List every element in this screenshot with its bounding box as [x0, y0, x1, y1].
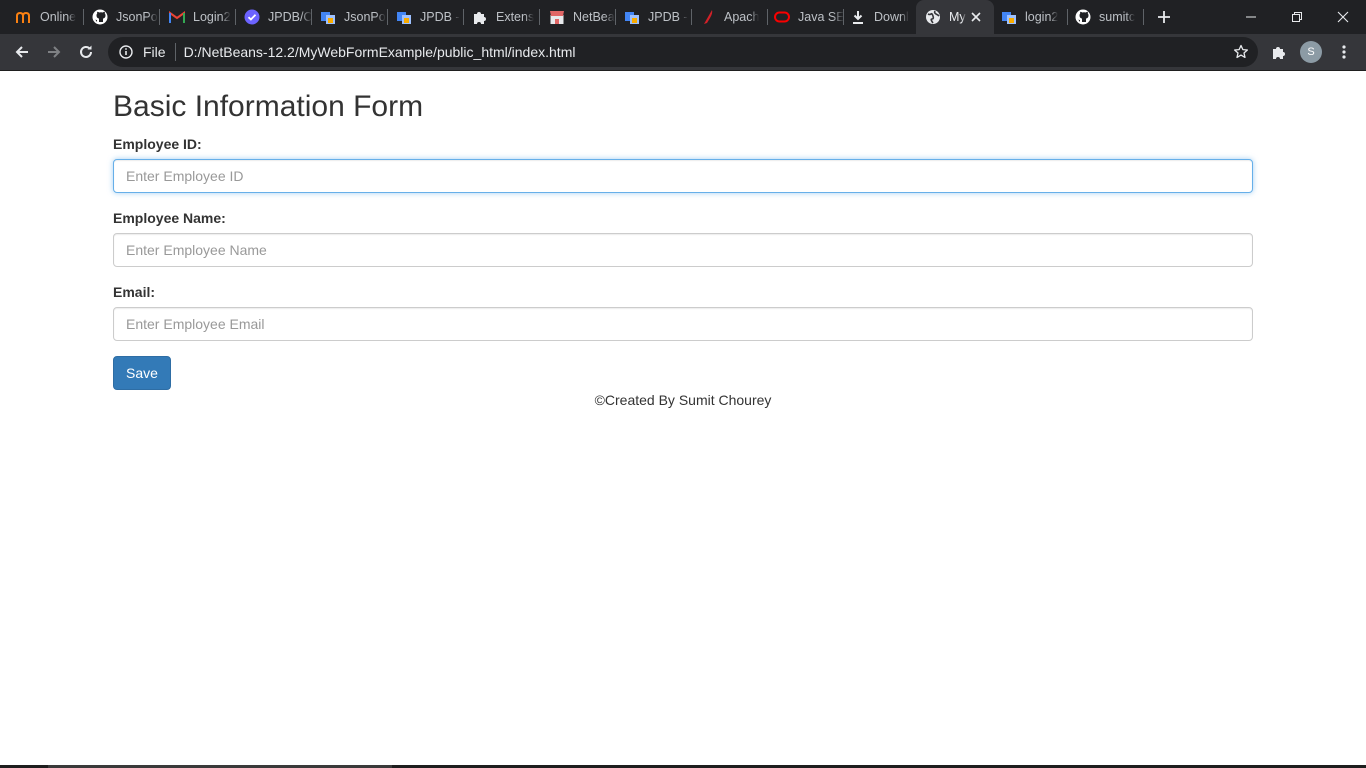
tab-label: Login2: [193, 10, 231, 24]
moodle-icon: [16, 9, 32, 25]
github-icon: [1075, 9, 1091, 25]
address-bar[interactable]: File D:/NetBeans-12.2/MyWebFormExample/p…: [108, 37, 1258, 67]
tab-separator: [1143, 9, 1144, 25]
page-viewport: Basic Information Form Employee ID: Empl…: [0, 71, 1366, 768]
gmail-icon: [169, 9, 185, 25]
forward-button[interactable]: [40, 38, 68, 66]
tab-label: Apach: [724, 10, 760, 24]
minimize-window-button[interactable]: [1228, 0, 1274, 34]
tab-label: Java SE: [798, 10, 844, 24]
feather-icon: [700, 9, 716, 25]
tab-label: sumitc: [1099, 10, 1136, 24]
employee-name-input[interactable]: [113, 233, 1253, 267]
tab-label: JPDB/C: [268, 10, 312, 24]
employee-name-label: Employee Name:: [113, 210, 226, 226]
browser-tab[interactable]: sumitc: [1068, 0, 1144, 34]
github-icon: [92, 9, 108, 25]
employee-id-label: Employee ID:: [113, 136, 202, 152]
cube-icon: [396, 9, 412, 25]
tab-label: JsonPo: [344, 10, 386, 24]
profile-button[interactable]: S: [1298, 39, 1324, 65]
browser-toolbar: File D:/NetBeans-12.2/MyWebFormExample/p…: [0, 34, 1366, 71]
browser-tab[interactable]: JsonPo: [312, 0, 388, 34]
store-icon: [549, 9, 565, 25]
browser-tab[interactable]: Java SE: [768, 0, 844, 34]
browser-tab[interactable]: JPDB -: [616, 0, 692, 34]
avatar: S: [1300, 41, 1322, 63]
browser-tab[interactable]: Login2: [160, 0, 236, 34]
tab-label: login2: [1025, 10, 1059, 24]
plus-icon: [1158, 11, 1170, 23]
browser-tab[interactable]: login2: [994, 0, 1068, 34]
minimize-icon: [1246, 16, 1256, 18]
close-icon: [1337, 11, 1349, 23]
reload-icon: [80, 45, 92, 58]
url-text[interactable]: D:/NetBeans-12.2/MyWebFormExample/public…: [184, 44, 576, 60]
browser-tab[interactable]: JPDB -: [388, 0, 464, 34]
browser-tab[interactable]: NetBea: [540, 0, 616, 34]
browser-tab-strip: Online JsonPo Login2 JPDB/C JsonPo JPDB …: [0, 0, 1366, 34]
back-button[interactable]: [8, 38, 36, 66]
cube-icon: [624, 9, 640, 25]
email-input[interactable]: [113, 307, 1253, 341]
bookmark-star-icon[interactable]: [1232, 43, 1250, 61]
cube-icon: [320, 9, 336, 25]
browser-tab-active[interactable]: My: [916, 0, 994, 34]
info-icon[interactable]: [118, 44, 134, 60]
browser-tab[interactable]: Extens: [464, 0, 540, 34]
extensions-button[interactable]: [1266, 39, 1292, 65]
restore-icon: [1292, 12, 1302, 22]
tab-label: Extens: [496, 10, 535, 24]
arrow-left-icon: [15, 46, 28, 58]
new-tab-button[interactable]: [1152, 5, 1176, 29]
page-title: Basic Information Form: [113, 90, 424, 123]
browser-tab[interactable]: JPDB/C: [236, 0, 312, 34]
arrow-right-icon: [48, 46, 61, 58]
check-badge-icon: [244, 9, 260, 25]
browser-tab[interactable]: Downl: [844, 0, 916, 34]
tab-label: NetBea: [573, 10, 615, 24]
tab-label: JsonPo: [116, 10, 158, 24]
globe-icon: [925, 9, 941, 25]
oracle-icon: [774, 9, 790, 25]
close-window-button[interactable]: [1320, 0, 1366, 34]
reload-button[interactable]: [72, 38, 100, 66]
employee-id-input[interactable]: [113, 159, 1253, 193]
email-label: Email:: [113, 284, 156, 300]
browser-menu-button[interactable]: [1331, 39, 1357, 65]
puzzle-icon: [1273, 47, 1285, 59]
download-icon: [850, 9, 866, 25]
cube-icon: [1001, 9, 1017, 25]
tab-label: My: [949, 10, 966, 24]
browser-tab[interactable]: JsonPo: [84, 0, 160, 34]
restore-window-button[interactable]: [1274, 0, 1320, 34]
scheme-chip[interactable]: File: [143, 44, 166, 60]
close-tab-icon[interactable]: [968, 9, 984, 25]
footer-credit: ©Created By Sumit Chourey: [594, 392, 772, 408]
kebab-menu-icon: [1342, 45, 1346, 59]
browser-tab[interactable]: Apach: [692, 0, 768, 34]
puzzle-icon: [472, 9, 488, 25]
tab-label: JPDB -: [420, 10, 460, 24]
tab-label: Online: [40, 10, 77, 24]
save-button[interactable]: Save: [113, 356, 171, 390]
address-divider: [174, 43, 176, 61]
tab-label: Downl: [874, 10, 909, 24]
browser-tab[interactable]: Online: [0, 0, 84, 34]
tab-label: JPDB -: [648, 10, 688, 24]
